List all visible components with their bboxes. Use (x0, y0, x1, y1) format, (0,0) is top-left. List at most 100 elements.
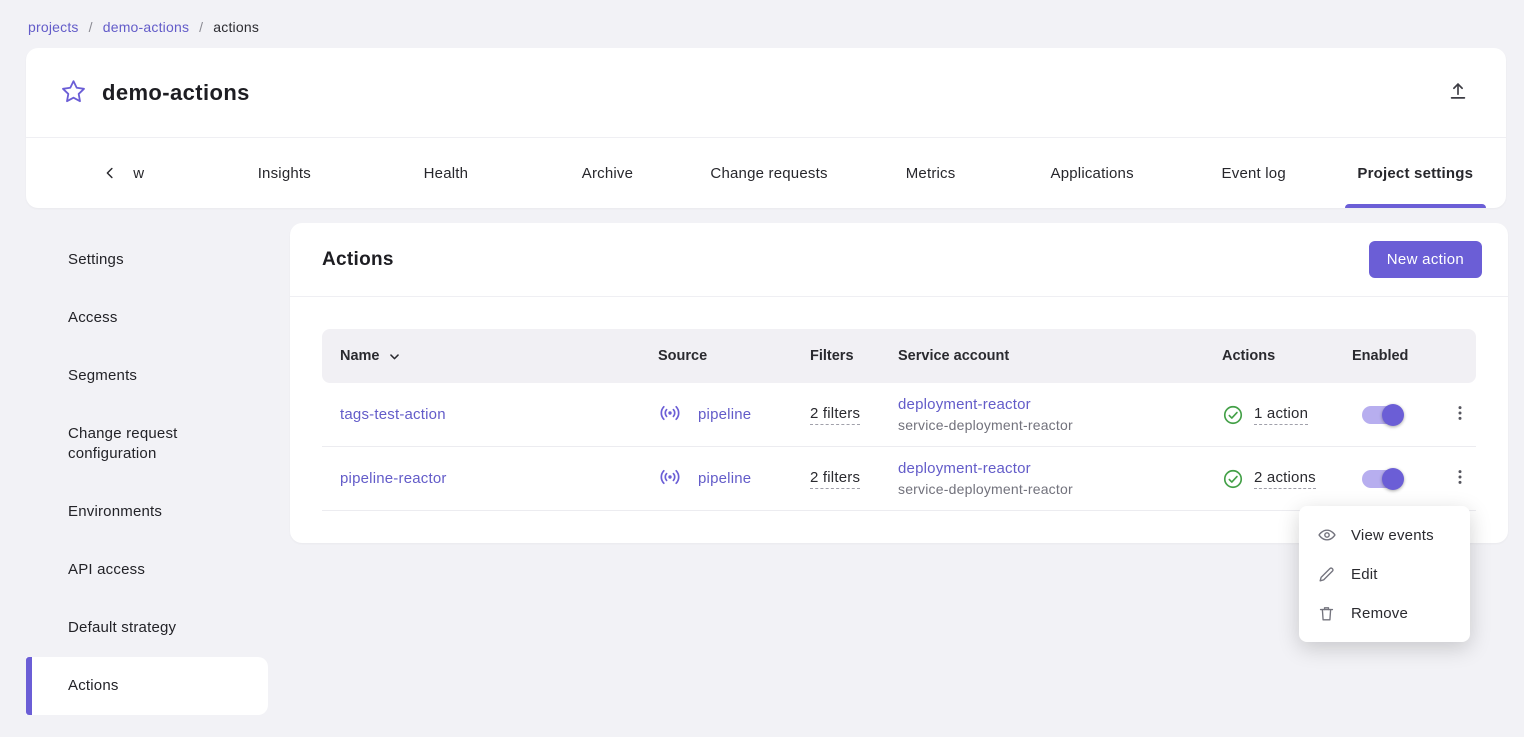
check-circle-icon (1222, 404, 1244, 426)
column-header-source: Source (658, 348, 810, 364)
actions-count-cell: 2 actions (1222, 468, 1352, 490)
trash-icon (1317, 604, 1337, 623)
tab-project-settings[interactable]: Project settings (1335, 138, 1497, 208)
tab-health[interactable]: Health (365, 138, 527, 208)
actions-count[interactable]: 2 actions (1254, 469, 1316, 489)
tabs-scroll-left-icon[interactable] (101, 164, 119, 182)
filters-count[interactable]: 2 filters (810, 405, 860, 425)
actions-count-cell: 1 action (1222, 404, 1352, 426)
breadcrumb: projects / demo-actions / actions (0, 0, 1524, 48)
tab-label: Metrics (906, 165, 956, 182)
signal-broadcast-icon (658, 465, 682, 493)
panel-title: Actions (322, 249, 394, 271)
tab-overview-partial[interactable]: w (42, 138, 204, 208)
settings-sidebar: Settings Access Segments Change request … (26, 223, 268, 715)
tab-label: Applications (1051, 165, 1134, 182)
source-link[interactable]: pipeline (698, 470, 751, 487)
tab-insights[interactable]: Insights (204, 138, 366, 208)
table-row: pipeline-reactor pipeline 2 filters depl… (322, 447, 1476, 511)
row-kebab-menu-button[interactable] (1444, 463, 1476, 495)
sidebar-item-actions[interactable]: Actions (26, 657, 268, 715)
upload-icon (1447, 80, 1469, 105)
service-account-link[interactable]: deployment-reactor (898, 460, 1222, 477)
action-name-link[interactable]: tags-test-action (340, 406, 446, 423)
menu-item-label: Edit (1351, 566, 1378, 583)
tab-label: w (133, 165, 144, 182)
filters-count[interactable]: 2 filters (810, 469, 860, 489)
sidebar-item-default-strategy[interactable]: Default strategy (26, 599, 268, 657)
action-name-link[interactable]: pipeline-reactor (340, 470, 447, 487)
actions-count[interactable]: 1 action (1254, 405, 1308, 425)
menu-item-remove[interactable]: Remove (1299, 594, 1470, 633)
tab-label: Archive (582, 165, 633, 182)
source-cell: pipeline (658, 401, 810, 429)
tab-label: Project settings (1357, 165, 1473, 182)
sidebar-item-label: API access (68, 561, 145, 578)
sidebar-item-label: Change request configuration (68, 425, 178, 462)
service-account-subtext: service-deployment-reactor (898, 417, 1222, 433)
tab-change-requests[interactable]: Change requests (688, 138, 850, 208)
sidebar-item-api-access[interactable]: API access (26, 541, 268, 599)
breadcrumb-demo-actions[interactable]: demo-actions (103, 19, 189, 35)
new-action-button[interactable]: New action (1369, 241, 1482, 278)
column-header-filters: Filters (810, 348, 898, 364)
row-kebab-menu-button[interactable] (1444, 399, 1476, 431)
row-context-menu: View events Edit Remove (1299, 506, 1470, 642)
filters-cell: 2 filters (810, 469, 898, 489)
check-circle-icon (1222, 468, 1244, 490)
column-header-name[interactable]: Name (322, 348, 658, 365)
breadcrumb-current: actions (213, 19, 259, 35)
table-row: tags-test-action pipeline 2 filters depl… (322, 383, 1476, 447)
menu-item-label: View events (1351, 527, 1434, 544)
breadcrumb-separator: / (199, 19, 203, 35)
action-name-cell: tags-test-action (322, 406, 658, 423)
enabled-toggle[interactable] (1362, 406, 1402, 424)
sidebar-item-label: Settings (68, 251, 124, 268)
tab-metrics[interactable]: Metrics (850, 138, 1012, 208)
page: projects / demo-actions / actions demo-a… (0, 0, 1524, 737)
breadcrumb-projects[interactable]: projects (28, 19, 79, 35)
enabled-toggle[interactable] (1362, 470, 1402, 488)
sidebar-item-access[interactable]: Access (26, 289, 268, 347)
actions-panel: Actions New action Name Source Filters S… (290, 223, 1508, 543)
sidebar-item-segments[interactable]: Segments (26, 347, 268, 405)
sidebar-item-change-request-configuration[interactable]: Change request configuration (26, 405, 268, 483)
export-button[interactable] (1440, 75, 1476, 111)
menu-item-view-events[interactable]: View events (1299, 515, 1470, 555)
eye-icon (1317, 525, 1337, 545)
tab-archive[interactable]: Archive (527, 138, 689, 208)
star-icon (60, 78, 87, 108)
pencil-icon (1317, 565, 1337, 584)
service-account-subtext: service-deployment-reactor (898, 481, 1222, 497)
sidebar-item-label: Default strategy (68, 619, 176, 636)
enabled-cell (1352, 470, 1444, 488)
tab-label: Event log (1222, 165, 1286, 182)
tab-applications[interactable]: Applications (1011, 138, 1173, 208)
tab-label: Insights (258, 165, 311, 182)
sidebar-item-settings[interactable]: Settings (26, 231, 268, 289)
favorite-star-button[interactable] (56, 76, 90, 110)
sidebar-item-environments[interactable]: Environments (26, 483, 268, 541)
sidebar-item-label: Actions (68, 677, 119, 694)
sidebar-item-label: Segments (68, 367, 137, 384)
sort-chevron-down-icon[interactable] (386, 348, 403, 365)
tab-event-log[interactable]: Event log (1173, 138, 1335, 208)
project-tabs: w Insights Health Archive Change request… (26, 138, 1506, 208)
page-title: demo-actions (102, 80, 250, 106)
service-account-cell: deployment-reactor service-deployment-re… (898, 396, 1222, 433)
source-link[interactable]: pipeline (698, 406, 751, 423)
menu-item-label: Remove (1351, 605, 1408, 622)
menu-item-edit[interactable]: Edit (1299, 555, 1470, 594)
column-header-actions: Actions (1222, 348, 1352, 364)
project-title-row: demo-actions (26, 48, 1506, 138)
sidebar-item-label: Environments (68, 503, 162, 520)
main-area: Settings Access Segments Change request … (0, 208, 1524, 715)
sidebar-item-label: Access (68, 309, 118, 326)
source-cell: pipeline (658, 465, 810, 493)
tab-label: Change requests (710, 165, 827, 182)
kebab-icon (1450, 403, 1470, 426)
tab-label: Health (424, 165, 469, 182)
service-account-cell: deployment-reactor service-deployment-re… (898, 460, 1222, 497)
signal-broadcast-icon (658, 401, 682, 429)
service-account-link[interactable]: deployment-reactor (898, 396, 1222, 413)
